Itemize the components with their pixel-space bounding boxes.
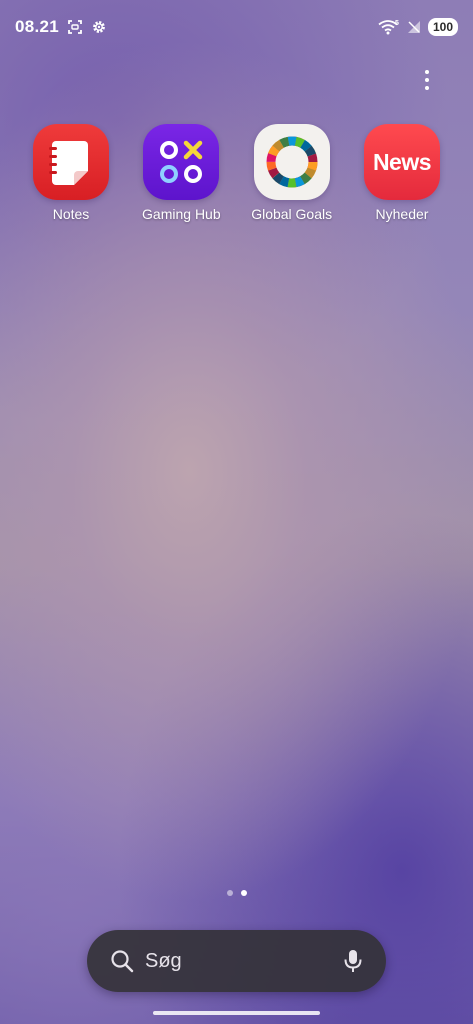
svg-text:5: 5 xyxy=(395,20,399,27)
microphone-icon[interactable] xyxy=(342,948,364,974)
screenshot-icon xyxy=(68,20,82,34)
search-bar[interactable]: Søg xyxy=(87,930,386,992)
status-bar: 08.21 5 100 xyxy=(0,0,473,54)
status-bar-left: 08.21 xyxy=(15,17,107,37)
news-icon-text: News xyxy=(372,148,432,175)
news-icon[interactable]: News xyxy=(363,124,440,200)
app-label: Gaming Hub xyxy=(142,206,221,222)
wifi-icon: 5 xyxy=(378,20,399,35)
more-options-dot xyxy=(425,70,429,74)
app-notes[interactable]: Notes xyxy=(17,124,125,222)
page-indicator[interactable] xyxy=(0,890,473,896)
notes-icon[interactable] xyxy=(33,124,109,200)
more-options-dot xyxy=(425,86,429,90)
page-dot[interactable] xyxy=(226,890,233,896)
app-label: Notes xyxy=(52,206,90,222)
app-label: Nyheder xyxy=(375,206,429,222)
app-grid: Notes Gaming Hub Global Goals News Nyhed… xyxy=(17,124,456,222)
status-bar-right: 5 100 xyxy=(378,18,458,36)
more-options-icon[interactable] xyxy=(421,66,433,94)
gesture-navigation-handle[interactable] xyxy=(153,1011,320,1015)
global-goals-icon[interactable] xyxy=(253,124,330,200)
search-input[interactable]: Søg xyxy=(145,950,342,973)
gaming-hub-icon[interactable] xyxy=(143,124,220,200)
app-global-goals[interactable]: Global Goals xyxy=(238,124,346,222)
app-label: Global Goals xyxy=(251,206,333,222)
search-icon xyxy=(111,950,134,973)
clock: 08.21 xyxy=(15,17,60,36)
app-gaming-hub[interactable]: Gaming Hub xyxy=(127,124,235,222)
page-dot-current[interactable] xyxy=(240,890,247,896)
more-options-dot xyxy=(425,78,429,82)
no-signal-icon xyxy=(407,21,420,33)
settings-gear-icon xyxy=(93,21,105,33)
battery-indicator: 100 xyxy=(427,18,458,36)
app-nyheder[interactable]: News Nyheder xyxy=(348,124,456,222)
